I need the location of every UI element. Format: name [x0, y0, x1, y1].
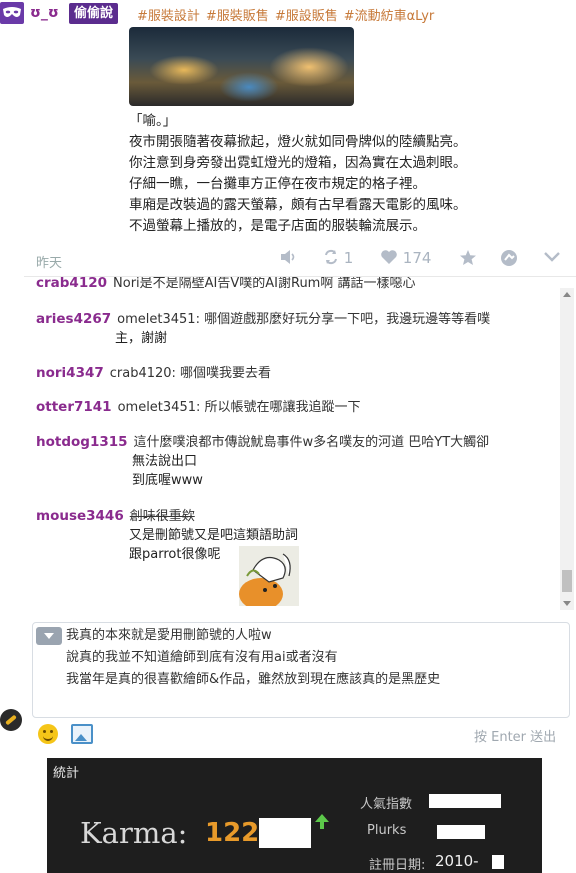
post-time[interactable]: 昨天 [36, 252, 62, 271]
post-image[interactable] [129, 27, 354, 106]
joined-value: 2010- [435, 852, 479, 870]
scroll-down-icon[interactable] [563, 601, 571, 606]
post-actions: 昨天 1 174 [0, 246, 576, 274]
reply-text[interactable]: 我真的本來就是愛用刪節號的人啦w 說真的我並不知道繪師到底有沒有用ai或者沒有 … [66, 625, 440, 691]
mask-icon[interactable] [0, 2, 24, 24]
post-qualifier: 偷偷說 [69, 3, 119, 24]
image-light [149, 55, 219, 85]
redaction-block [259, 818, 311, 848]
response-item: crab4120 Nori是不是隔壁AI告V噗的AI謝Rum啊 講話一樣噁心 [36, 276, 416, 294]
like-count: 174 [402, 249, 432, 267]
tag-link[interactable]: #流動紡車αLyr [344, 9, 435, 24]
scroll-up-icon[interactable] [563, 292, 571, 297]
mute-icon[interactable] [280, 249, 298, 269]
mark-icon[interactable] [500, 249, 518, 271]
post-content: 「喻。」 夜市開張隨著夜幕掀起，燈火就如同骨牌似的陸續點亮。 你注意到身旁發出霓… [129, 111, 569, 237]
tag-link[interactable]: #服裝設計 [137, 9, 200, 24]
image-upload-icon[interactable] [71, 724, 93, 744]
like-button[interactable]: 174 [380, 249, 431, 267]
response-text: 又是刪節號又是吧這類語助詞 [129, 528, 299, 543]
post-line: 「喻。」 [129, 113, 177, 129]
response-user[interactable]: crab4120 [36, 277, 107, 291]
send-hint: 按 Enter 送出 [474, 730, 557, 745]
image-light [219, 72, 279, 102]
reply-line: 說真的我並不知道繪師到底有沒有用ai或者沒有 [66, 650, 338, 665]
response-text: omelet3451: 所以帳號在哪讓我追蹤一下 [117, 400, 361, 415]
redaction-block [492, 855, 504, 869]
image-light [269, 47, 349, 87]
replurk-count: 1 [343, 249, 354, 267]
redaction-block [437, 825, 485, 839]
response-text: Nori是不是隔壁AI告V噗的AI謝Rum啊 講話一樣噁心 [113, 276, 416, 291]
karma-up-icon [315, 814, 329, 822]
response-item: otter7141 omelet3451: 所以帳號在哪讓我追蹤一下 [36, 397, 361, 418]
post-line: 你注意到身旁發出霓虹燈光的燈箱，因為實在太過刺眼。 [129, 155, 467, 171]
response-item: nori4347 crab4120: 哪個噗我要去看 [36, 363, 271, 384]
post-line: 不過螢幕上播放的，是電子店面的服裝輪流展示。 [129, 218, 426, 234]
response-item: mouse3446 創味很重欸 [36, 506, 195, 527]
post-line: 車廂是改裝過的露天螢幕，頗有古早看露天電影的風味。 [129, 197, 467, 213]
chevron-down-icon[interactable] [543, 249, 561, 267]
sticker-image[interactable] [239, 546, 299, 606]
response-text: 這什麼噗浪都市傳說魷島事件w多名噗友的河道 巴哈YT大觸卻 [133, 435, 490, 450]
post-line: 夜市開張隨著夜幕掀起，燈火就如同骨牌似的陸續點亮。 [129, 134, 467, 150]
star-icon[interactable] [459, 249, 477, 270]
heart-icon [381, 250, 397, 264]
reply-line: 我真的本來就是愛用刪節號的人啦w [66, 628, 272, 643]
plurks-label: Plurks [367, 823, 407, 838]
qualifier-select[interactable] [36, 627, 62, 645]
reply-input[interactable]: 我真的本來就是愛用刪節號的人啦w 說真的我並不知道繪師到底有沒有用ai或者沒有 … [32, 622, 570, 718]
stats-title: 統計 [53, 766, 80, 781]
emoticon-icon[interactable] [38, 724, 58, 744]
tag-link[interactable]: #服裝販售 [206, 9, 269, 24]
response-list: crab4120 Nori是不是隔壁AI告V噗的AI謝Rum啊 講話一樣噁心 ar… [24, 276, 576, 612]
response-text: 無法說出口 [132, 454, 198, 469]
response-text: 到底喔www [132, 473, 203, 488]
redaction-block [429, 794, 501, 808]
response-text: 創味很重欸 [129, 509, 195, 524]
post-author[interactable]: ʊ_ʊ [30, 5, 59, 21]
post-header: ʊ_ʊ 偷偷說 #服裝設計 #服裝販售 #服設販售 #流動紡車αLyr [0, 0, 576, 28]
response-item: hotdog1315 這什麼噗浪都市傳說魷島事件w多名噗友的河道 巴哈YT大觸卻 [36, 432, 489, 453]
post-line: 仔細一瞧，一台攤車方正停在夜市規定的格子裡。 [129, 176, 426, 192]
post-tags: #服裝設計 #服裝販售 #服設販售 #流動紡車αLyr [137, 5, 440, 24]
karma-label: Karma: [80, 816, 188, 850]
response-user[interactable]: aries4267 [36, 311, 111, 327]
response-text: 主，謝謝 [115, 331, 168, 346]
response-scrollbar[interactable] [560, 288, 574, 610]
scroll-thumb[interactable] [562, 570, 572, 592]
joined-label: 註冊日期: [369, 858, 426, 873]
replurk-icon [325, 249, 337, 265]
response-user[interactable]: hotdog1315 [36, 434, 128, 450]
stats-panel: 統計 Karma: 122. 人氣指數 Plurks 註冊日期: 2010- [47, 758, 542, 873]
pencil-badge-icon[interactable] [0, 709, 22, 731]
response-text: crab4120: 哪個噗我要去看 [109, 366, 272, 381]
response-item: aries4267 omelet3451: 哪個遊戲那麼好玩分享一下吧，我邊玩邊等… [36, 309, 490, 330]
tag-link[interactable]: #服設販售 [275, 9, 338, 24]
response-user[interactable]: otter7141 [36, 399, 112, 415]
karma-up-icon [320, 822, 324, 829]
replurk-button[interactable]: 1 [323, 249, 353, 267]
reply-line: 我當年是真的很喜歡繪師&作品，雖然放到現在應該真的是黑歷史 [66, 672, 441, 687]
response-user[interactable]: mouse3446 [36, 508, 124, 524]
response-text: 跟parrot很像呢 [129, 547, 221, 562]
response-user[interactable]: nori4347 [36, 365, 104, 381]
response-text: omelet3451: 哪個遊戲那麼好玩分享一下吧，我邊玩邊等等看噗 [117, 312, 491, 327]
popularity-label: 人氣指數 [360, 797, 413, 812]
